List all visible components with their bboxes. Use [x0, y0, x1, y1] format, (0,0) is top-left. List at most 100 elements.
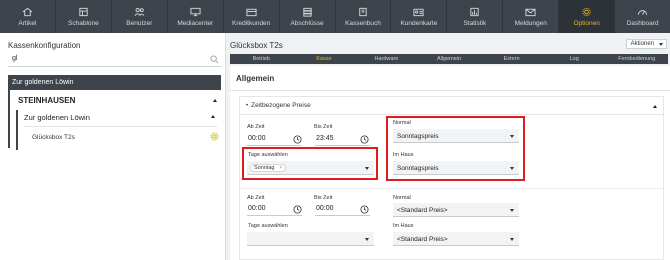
mail-icon — [525, 7, 537, 17]
monitor-icon — [189, 7, 201, 17]
location-tree: STEINHAUSEN Zur goldenen Löwin Glücksbox… — [8, 90, 221, 150]
search-value: gl — [12, 55, 18, 62]
credit-card-icon — [245, 7, 257, 17]
nav-label: Benutzer — [126, 19, 153, 27]
card-divider — [240, 114, 663, 115]
bar-chart-icon — [469, 7, 481, 17]
from-time-input[interactable]: 00:00 — [248, 135, 266, 142]
normal-price-label: Normal — [393, 195, 411, 201]
normal-price-select[interactable]: <Standard Preis> — [393, 203, 519, 217]
to-time-label: Bis Zeit — [314, 195, 333, 201]
bullet-icon: • — [246, 103, 249, 109]
chevron-down-icon — [510, 238, 514, 241]
days-label: Tage auswählen — [248, 223, 288, 229]
collapse-icon[interactable] — [213, 99, 217, 102]
template-icon — [77, 7, 89, 17]
collapse-icon[interactable] — [211, 115, 215, 118]
tree-divider — [24, 126, 217, 127]
select-value: <Standard Preis> — [397, 236, 448, 243]
tree-item-label: Zur goldenen Löwin — [24, 113, 90, 122]
clock-icon[interactable] — [293, 135, 302, 144]
nav-item-artikel[interactable]: Artikel — [0, 0, 56, 33]
dashboard-icon — [637, 7, 649, 17]
from-time-label: Ab Zeit — [247, 195, 265, 201]
nav-item-schablone[interactable]: Schablone — [56, 0, 112, 33]
clock-icon[interactable] — [360, 205, 369, 214]
collapse-icon[interactable] — [653, 105, 657, 108]
tree-item-label: STEINHAUSEN — [18, 96, 76, 105]
nav-item-statistik[interactable]: Statistik — [447, 0, 504, 33]
tab-bar: Betrieb Kasse Hardware Allgemein Extern … — [230, 54, 668, 64]
nav-item-kassenbuch[interactable]: Kassenbuch — [336, 0, 392, 33]
nav-item-dashboard[interactable]: Dashboard — [615, 0, 670, 33]
rule-divider — [240, 188, 663, 189]
tab-extern[interactable]: Extern — [480, 54, 543, 64]
nav-label: Schablone — [68, 19, 99, 27]
stack-icon — [301, 7, 313, 17]
tree-item-level1[interactable]: STEINHAUSEN Zur goldenen Löwin Glücksbox… — [8, 90, 221, 150]
tab-kasse[interactable]: Kasse — [293, 54, 356, 64]
home-icon — [21, 7, 33, 17]
tree-indent-bar — [16, 110, 18, 150]
nav-label: Kassenbuch — [345, 19, 381, 27]
highlight-box-prices — [386, 116, 525, 181]
card-title: Zeitbezogene Preise — [251, 102, 311, 109]
to-time-input[interactable]: 00:00 — [316, 205, 334, 212]
gear-icon — [581, 7, 593, 17]
inhouse-price-label: Im Haus — [393, 223, 414, 229]
users-icon — [133, 7, 145, 17]
settings-content: Allgemein • Zeitbezogene Preise Ab Zeit 0… — [230, 66, 670, 260]
actions-dropdown[interactable]: Aktionen — [625, 39, 667, 49]
tab-betrieb[interactable]: Betrieb — [230, 54, 293, 64]
time-prices-card: • Zeitbezogene Preise Ab Zeit 00:00 Bis Z… — [239, 96, 664, 260]
nav-item-abschluesse[interactable]: Abschlüsse — [280, 0, 336, 33]
actions-label: Aktionen — [630, 41, 654, 47]
tab-log[interactable]: Log — [543, 54, 606, 64]
field-underline — [247, 145, 302, 146]
field-underline — [315, 215, 370, 216]
nav-item-meldungen[interactable]: Meldungen — [503, 0, 560, 33]
nav-label: Optionen — [573, 19, 600, 27]
tree-header[interactable]: Zur goldenen Löwin — [8, 75, 221, 90]
tab-allgemein[interactable]: Allgemein — [418, 54, 481, 64]
settings-gear-icon[interactable] — [210, 132, 219, 141]
nav-label: Kundenkarte — [400, 19, 438, 27]
right-panel: Glücksbox T2s Aktionen Betrieb Kasse Har… — [227, 33, 670, 260]
nav-item-benutzer[interactable]: Benutzer — [112, 0, 168, 33]
to-time-input[interactable]: 23:45 — [316, 135, 334, 142]
tree-item-level2[interactable]: Zur goldenen Löwin Glücksbox T2s — [10, 105, 221, 150]
nav-label: Kreditkunden — [231, 19, 271, 27]
nav-item-kreditkunden[interactable]: Kreditkunden — [224, 0, 280, 33]
left-panel: Kassenkonfiguration gl Zur goldenen Löwi… — [0, 33, 226, 260]
field-underline — [247, 215, 302, 216]
panel-title: Kassenkonfiguration — [8, 41, 81, 50]
nav-label: Mediacenter — [177, 19, 214, 27]
nav-item-kundenkarte[interactable]: Kundenkarte — [391, 0, 448, 33]
nav-label: Meldungen — [514, 19, 547, 27]
tree-item-glucksbox[interactable]: Glücksbox T2s — [32, 134, 75, 141]
search-icon — [210, 55, 219, 64]
section-title: Allgemein — [236, 74, 275, 83]
nav-label: Dashboard — [626, 19, 659, 27]
chevron-down-icon — [365, 238, 369, 241]
chevron-down-icon — [510, 209, 514, 212]
tab-hardware[interactable]: Hardware — [355, 54, 418, 64]
nav-item-optionen[interactable]: Optionen — [559, 0, 616, 33]
days-select[interactable] — [247, 232, 374, 246]
clock-icon[interactable] — [293, 205, 302, 214]
card-header[interactable]: • Zeitbezogene Preise — [246, 102, 311, 109]
device-title: Glücksbox T2s — [230, 41, 283, 50]
nav-label: Statistik — [463, 19, 487, 27]
chevron-down-icon — [659, 43, 663, 46]
clock-icon[interactable] — [360, 135, 369, 144]
inhouse-price-select[interactable]: <Standard Preis> — [393, 232, 519, 246]
from-time-label: Ab Zeit — [247, 124, 265, 130]
to-time-label: Bis Zeit — [314, 124, 333, 130]
nav-item-mediacenter[interactable]: Mediacenter — [168, 0, 224, 33]
top-navigation: Artikel Schablone Benutzer Mediacenter K… — [0, 0, 670, 33]
from-time-input[interactable]: 00:00 — [248, 205, 266, 212]
tab-fernbedienung[interactable]: Fernbedienung — [605, 54, 668, 64]
search-input[interactable]: gl — [8, 54, 221, 67]
book-icon — [357, 7, 369, 17]
id-card-icon — [413, 7, 425, 17]
